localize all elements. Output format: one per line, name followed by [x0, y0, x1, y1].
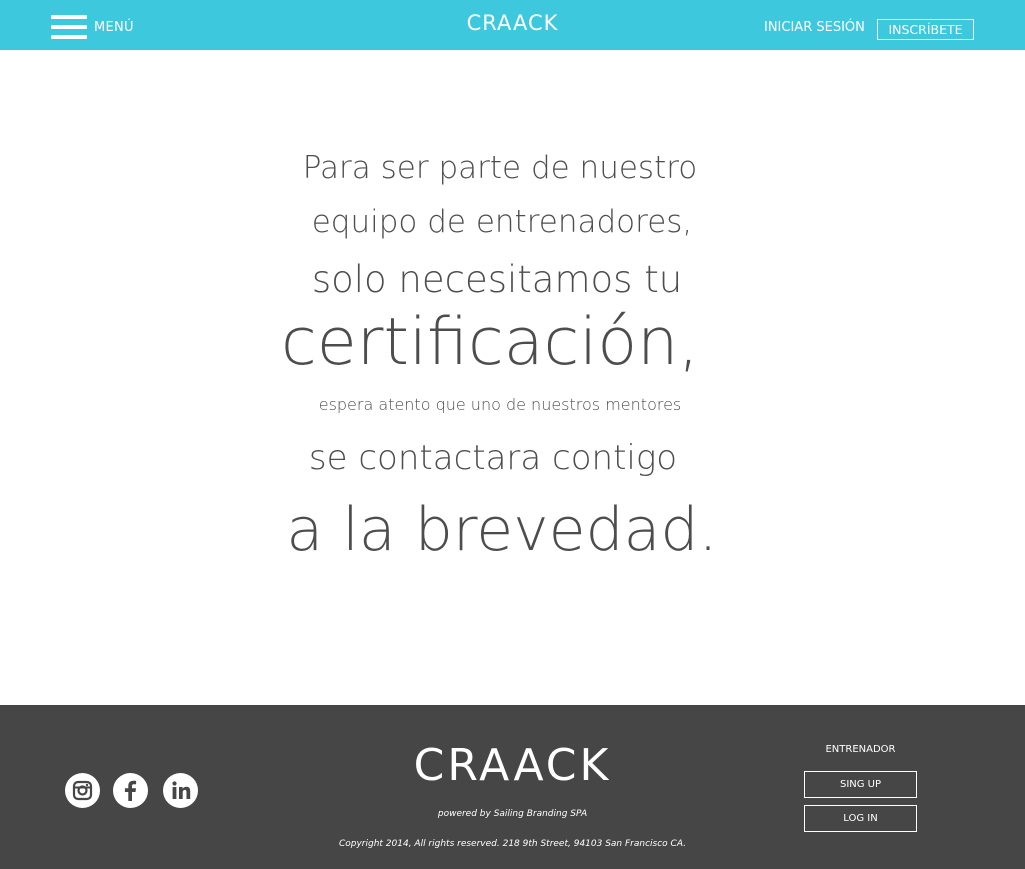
header-logo[interactable]: CRAACK: [0, 11, 1025, 35]
message-line-1: Para ser parte de nuestro: [302, 150, 698, 186]
top-header: MENÚ CRAACK INICIAR SESIÓN INSCRÍBETE: [0, 0, 1025, 50]
copyright-text: Copyright 2014, All rights reserved. 218…: [338, 839, 687, 849]
message-line-4: certificación,: [281, 305, 699, 380]
trainer-title: ENTRENADOR: [825, 744, 896, 755]
message-line-7: a la brevedad.: [286, 495, 718, 565]
message-line-6: se contactara contigo: [308, 438, 678, 478]
message-line-2: equipo de entrenadores,: [311, 204, 693, 240]
footer-login-button[interactable]: LOG IN: [804, 805, 917, 832]
login-link[interactable]: INICIAR SESIÓN: [764, 20, 865, 35]
message-line-5: espera atento que uno de nuestros mentor…: [318, 395, 682, 414]
message-line-3: solo necesitamos tu: [311, 258, 683, 301]
footer-signup-button[interactable]: SING UP: [804, 771, 917, 798]
signup-button[interactable]: INSCRÍBETE: [877, 19, 974, 40]
